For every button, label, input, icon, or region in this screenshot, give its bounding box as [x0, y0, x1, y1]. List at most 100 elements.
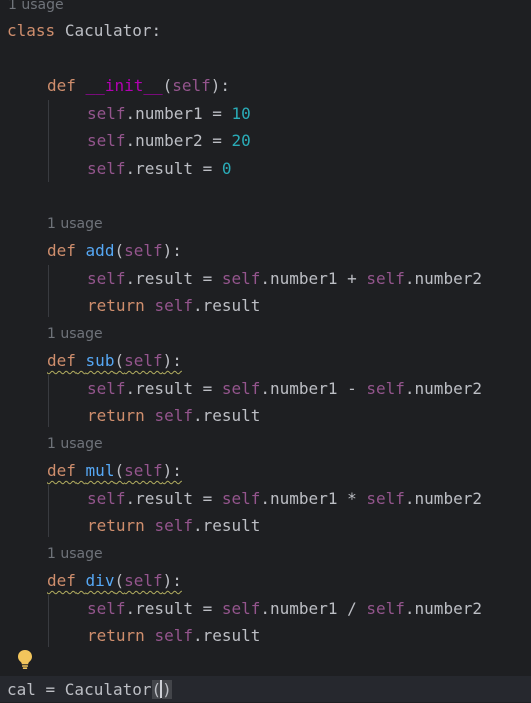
attr-result: .result	[192, 626, 261, 645]
paren-open: (	[114, 461, 125, 480]
add-method-name[interactable]: add	[86, 241, 115, 260]
self-ref: self	[154, 626, 193, 645]
attr-assign: .number2 =	[125, 131, 232, 150]
attr-assign: .result =	[125, 269, 222, 288]
paren-close: ):	[162, 241, 182, 260]
code-line-class: class Caculator:	[0, 17, 531, 44]
self-param: self	[124, 241, 163, 260]
self-ref: self	[154, 406, 193, 425]
attr-number1: .number1	[260, 269, 348, 288]
paren-close: ):	[162, 461, 182, 480]
self-param: self	[124, 351, 163, 370]
operator: /	[347, 599, 357, 618]
usage-hint-add[interactable]: 1 usage	[47, 214, 103, 234]
usage-hint-div[interactable]: 1 usage	[47, 544, 103, 564]
instantiation-expression: cal = Caculator	[7, 680, 152, 699]
code-line-div-def: def div(self):	[0, 567, 531, 594]
code-line-init-number2: self.number2 = 20	[0, 127, 531, 154]
attr-assign: .result =	[125, 599, 222, 618]
div-method-name[interactable]: div	[86, 571, 115, 590]
init-method-name[interactable]: __init__	[86, 76, 163, 95]
code-line-mul-body: self.result = self.number1 * self.number…	[0, 485, 531, 512]
self-ref: self	[87, 379, 126, 398]
code-line-init-result: self.result = 0	[0, 155, 531, 182]
code-line-add-return: return self.result	[0, 292, 531, 319]
code-line-div-return: return self.result	[0, 622, 531, 649]
return-keyword: return	[87, 296, 145, 315]
attr-assign: .number1 =	[125, 104, 232, 123]
code-line-instantiate[interactable]: cal = Caculator()	[0, 676, 531, 703]
paren-open: (	[162, 76, 173, 95]
attr-assign: .result =	[125, 159, 222, 178]
code-line-init-def: def __init__(self):	[0, 72, 531, 99]
self-ref: self	[221, 379, 261, 398]
operator: +	[347, 269, 357, 288]
sub-method-name[interactable]: sub	[86, 351, 115, 370]
self-ref: self	[366, 599, 405, 618]
lightbulb-icon[interactable]	[16, 648, 34, 670]
code-editor[interactable]: 1 usage class Caculator: def __init__(se…	[0, 0, 531, 702]
self-ref: self	[221, 489, 261, 508]
code-line-mul-return: return self.result	[0, 512, 531, 539]
self-param: self	[172, 76, 211, 95]
def-keyword: def	[47, 76, 76, 95]
self-ref: self	[366, 379, 405, 398]
code-line-div-body: self.result = self.number1 / self.number…	[0, 595, 531, 622]
self-ref: self	[366, 489, 405, 508]
self-ref: self	[154, 296, 193, 315]
code-line-mul-def: def mul(self):	[0, 457, 531, 484]
code-line-sub-def: def sub(self):	[0, 347, 531, 374]
code-line-add-def: def add(self):	[0, 237, 531, 264]
class-keyword: class	[7, 21, 56, 40]
self-ref: self	[221, 269, 261, 288]
code-line-add-body: self.result = self.number1 + self.number…	[0, 265, 531, 292]
code-line-sub-return: return self.result	[0, 402, 531, 429]
number-literal: 10	[231, 104, 251, 123]
paren-open: (	[114, 351, 125, 370]
self-ref: self	[87, 599, 126, 618]
attr-number1: .number1	[260, 489, 348, 508]
number-literal: 20	[231, 131, 251, 150]
paren-open: (	[114, 241, 125, 260]
self-ref: self	[87, 131, 126, 150]
return-keyword: return	[87, 626, 145, 645]
paren-close: ):	[210, 76, 231, 95]
attr-number1: .number1	[260, 599, 348, 618]
attr-number2: .number2	[404, 379, 482, 398]
attr-result: .result	[192, 296, 261, 315]
attr-assign: .result =	[125, 379, 222, 398]
mul-method-name[interactable]: mul	[86, 461, 115, 480]
class-name[interactable]: Caculator	[65, 21, 152, 40]
self-ref: self	[221, 599, 261, 618]
code-line-sub-body: self.result = self.number1 - self.number…	[0, 375, 531, 402]
paren-close: ):	[162, 351, 182, 370]
number-literal: 0	[221, 159, 232, 178]
def-keyword: def	[47, 351, 76, 370]
attr-result: .result	[192, 516, 261, 535]
attr-number1: .number1	[260, 379, 348, 398]
self-ref: self	[87, 489, 126, 508]
code-line-init-number1: self.number1 = 10	[0, 100, 531, 127]
usage-hint-class[interactable]: 1 usage	[8, 0, 64, 15]
usage-hint-sub[interactable]: 1 usage	[47, 324, 103, 344]
self-ref: self	[87, 269, 126, 288]
usage-hint-mul[interactable]: 1 usage	[47, 434, 103, 454]
operator: *	[347, 489, 357, 508]
attr-result: .result	[192, 406, 261, 425]
def-keyword: def	[47, 461, 76, 480]
attr-number2: .number2	[404, 599, 482, 618]
class-colon: :	[151, 21, 162, 40]
self-param: self	[124, 571, 163, 590]
self-param: self	[124, 461, 163, 480]
self-ref: self	[87, 159, 126, 178]
self-ref: self	[366, 269, 405, 288]
return-keyword: return	[87, 406, 145, 425]
self-ref: self	[154, 516, 193, 535]
def-keyword: def	[47, 571, 76, 590]
paren-close-highlight: )	[162, 680, 172, 699]
return-keyword: return	[87, 516, 145, 535]
